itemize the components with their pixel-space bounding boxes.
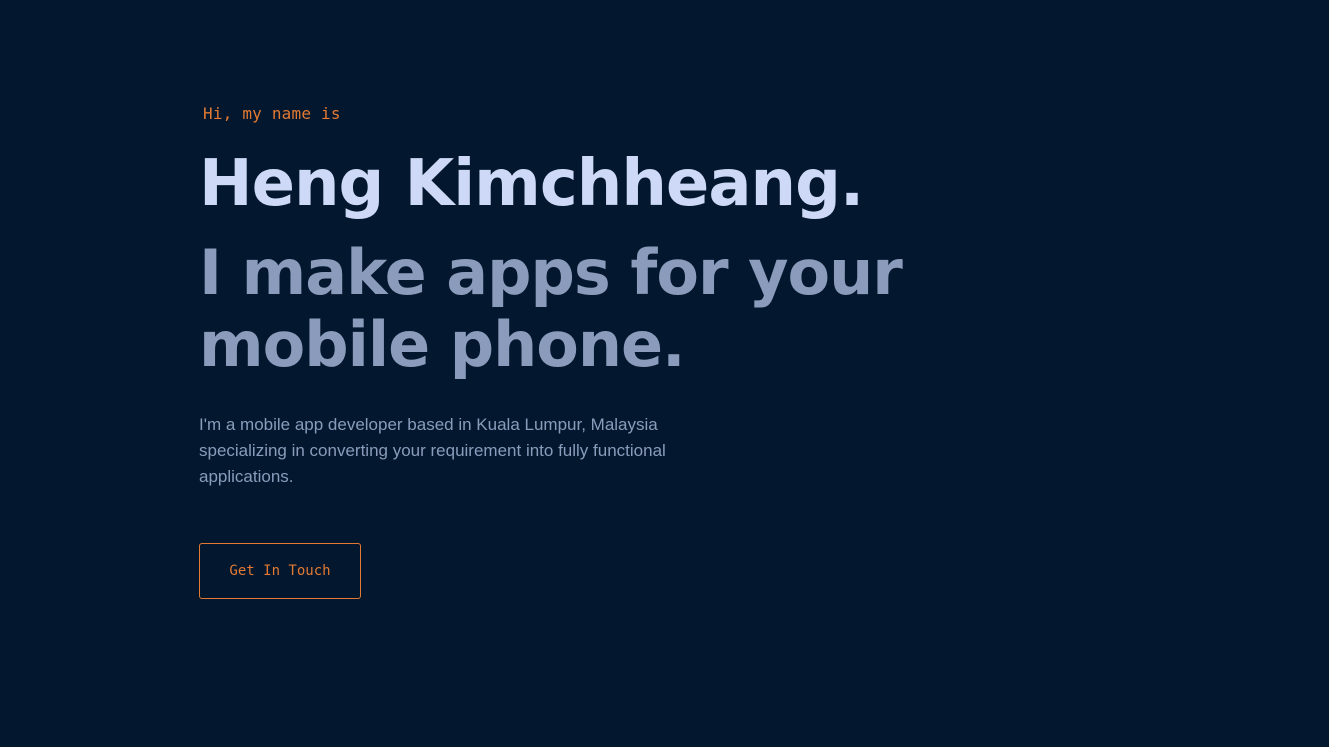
hero-bio: I'm a mobile app developer based in Kual… (199, 415, 666, 486)
get-in-touch-button[interactable]: Get In Touch (199, 543, 361, 599)
greeting-text: Hi, my name is (203, 104, 341, 123)
hero-name-heading: Heng Kimchheang. (199, 147, 864, 221)
hero-tagline: I make apps for your mobile phone. (199, 236, 903, 381)
